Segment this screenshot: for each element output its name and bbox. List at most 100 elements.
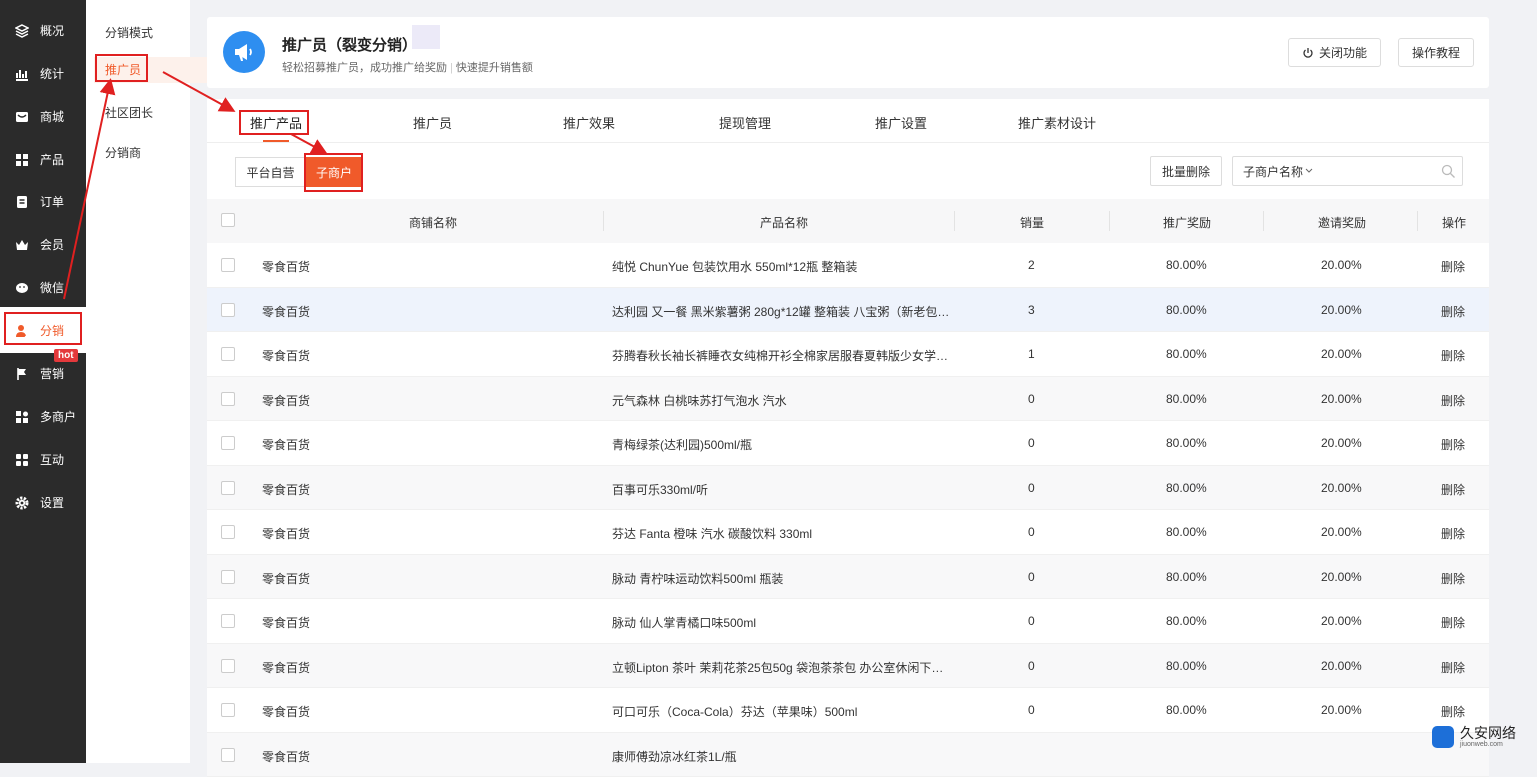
row-checkbox[interactable] xyxy=(221,392,235,406)
table-row[interactable]: 零食百货立顿Lipton 茶叶 茉莉花茶25包50g 袋泡茶茶包 办公室休闲下午… xyxy=(207,644,1489,689)
cell-product-name: 脉动 青柠味运动饮料500ml 瓶装 xyxy=(612,570,955,587)
table-row[interactable]: 零食百货芬达 Fanta 橙味 汽水 碳酸饮料 330ml080.00%20.0… xyxy=(207,510,1489,555)
delete-link[interactable]: 删除 xyxy=(1441,481,1465,498)
segment-platform-self-run[interactable]: 平台自营 xyxy=(235,157,306,187)
delete-link[interactable]: 删除 xyxy=(1441,614,1465,631)
select-all-checkbox[interactable] xyxy=(221,213,235,227)
cell-store-name: 零食百货 xyxy=(262,392,310,409)
table-row[interactable]: 零食百货脉动 仙人掌青橘口味500ml080.00%20.00%删除 xyxy=(207,599,1489,644)
sidebar-item-overview[interactable]: 概况 xyxy=(0,9,86,52)
sub-navigation: 分销模式 推广员 社区团长 分销商 xyxy=(86,0,190,763)
tab-promotion-settings[interactable]: 推广设置 xyxy=(875,113,927,132)
delete-link[interactable]: 删除 xyxy=(1441,392,1465,409)
store-icon xyxy=(14,109,30,125)
tab-promotion-effect[interactable]: 推广效果 xyxy=(563,113,615,132)
row-checkbox[interactable] xyxy=(221,659,235,673)
tutorial-button[interactable]: 操作教程 xyxy=(1398,38,1474,67)
sidebar-item-merchants[interactable]: 多商户 xyxy=(0,395,86,438)
cell-promo-reward: 80.00% xyxy=(1166,614,1207,628)
sidebar-item-label: 多商户 xyxy=(40,408,76,425)
batch-delete-button[interactable]: 批量删除 xyxy=(1150,156,1222,186)
delete-link[interactable]: 删除 xyxy=(1441,570,1465,587)
crown-icon xyxy=(14,237,30,253)
subnav-item-distribution-mode[interactable]: 分销模式 xyxy=(105,24,153,41)
sidebar-item-marketing[interactable]: 营销 xyxy=(0,352,86,395)
sidebar-item-stats[interactable]: 统计 xyxy=(0,52,86,95)
row-checkbox[interactable] xyxy=(221,614,235,628)
cell-promo-reward: 80.00% xyxy=(1166,570,1207,584)
row-checkbox[interactable] xyxy=(221,436,235,450)
cell-product-name: 芬腾春秋长袖长裤睡衣女纯棉开衫全棉家居服春夏韩版少女学生… xyxy=(612,347,955,364)
sidebar-item-orders[interactable]: 订单 xyxy=(0,180,86,223)
row-checkbox[interactable] xyxy=(221,570,235,584)
table-row[interactable]: 零食百货脉动 青柠味运动饮料500ml 瓶装080.00%20.00%删除 xyxy=(207,555,1489,600)
chevron-down-icon[interactable] xyxy=(1305,168,1313,174)
row-checkbox[interactable] xyxy=(221,481,235,495)
sidebar-item-members[interactable]: 会员 xyxy=(0,223,86,266)
cell-product-name: 芬达 Fanta 橙味 汽水 碳酸饮料 330ml xyxy=(612,525,955,542)
sidebar-item-label: 概况 xyxy=(40,22,64,39)
blurred-region xyxy=(412,25,440,49)
merchant-icon xyxy=(14,409,30,425)
delete-link[interactable]: 删除 xyxy=(1441,303,1465,320)
row-checkbox[interactable] xyxy=(221,748,235,762)
cell-store-name: 零食百货 xyxy=(262,303,310,320)
cell-sales: 1 xyxy=(1028,347,1035,361)
sub-merchant-search[interactable]: 子商户名称 xyxy=(1232,156,1463,186)
annotation-box-promoted-products-tab xyxy=(239,110,309,135)
tab-promotion-material-design[interactable]: 推广素材设计 xyxy=(1018,113,1096,132)
tab-bar: 推广产品 推广员 推广效果 提现管理 推广设置 推广素材设计 xyxy=(207,99,1489,143)
search-icon[interactable] xyxy=(1441,164,1456,182)
subnav-item-distributor[interactable]: 分销商 xyxy=(105,144,141,161)
cell-product-name: 元气森林 白桃味苏打气泡水 汽水 xyxy=(612,392,955,409)
cell-sales: 0 xyxy=(1028,525,1035,539)
cell-sales: 0 xyxy=(1028,392,1035,406)
tab-promoters[interactable]: 推广员 xyxy=(413,113,452,132)
page-title: 推广员（裂变分销） xyxy=(282,34,417,55)
subnav-item-community-leader[interactable]: 社区团长 xyxy=(105,104,153,121)
sidebar-item-interaction[interactable]: 互动 xyxy=(0,438,86,481)
row-checkbox[interactable] xyxy=(221,303,235,317)
sidebar-item-label: 统计 xyxy=(40,65,64,82)
table-row[interactable]: 零食百货达利园 又一餐 黑米紫薯粥 280g*12罐 整箱装 八宝粥（新老包装…… xyxy=(207,288,1489,333)
sidebar-item-settings[interactable]: 设置 xyxy=(0,481,86,524)
sidebar-item-mall[interactable]: 商城 xyxy=(0,95,86,138)
table-row[interactable]: 零食百货康师傅劲凉冰红茶1L/瓶 xyxy=(207,733,1489,777)
sidebar-item-label: 订单 xyxy=(40,193,64,210)
cell-promo-reward: 80.00% xyxy=(1166,525,1207,539)
delete-link[interactable]: 删除 xyxy=(1441,659,1465,676)
cell-store-name: 零食百货 xyxy=(262,748,310,765)
column-header-store: 商铺名称 xyxy=(409,214,457,231)
page-header: 推广员（裂变分销） 轻松招募推广员，成功推广给奖励|快速提升销售额 关闭功能 操… xyxy=(207,17,1489,88)
sidebar-item-wechat[interactable]: 微信 xyxy=(0,266,86,309)
close-feature-button[interactable]: 关闭功能 xyxy=(1288,38,1381,67)
megaphone-icon xyxy=(223,31,265,73)
delete-link[interactable]: 删除 xyxy=(1441,703,1465,720)
cell-invite-reward: 20.00% xyxy=(1321,392,1362,406)
delete-link[interactable]: 删除 xyxy=(1441,347,1465,364)
row-checkbox[interactable] xyxy=(221,347,235,361)
table-row[interactable]: 零食百货青梅绿茶(达利园)500ml/瓶080.00%20.00%删除 xyxy=(207,421,1489,466)
cell-store-name: 零食百货 xyxy=(262,436,310,453)
delete-link[interactable]: 删除 xyxy=(1441,258,1465,275)
tab-withdrawal-management[interactable]: 提现管理 xyxy=(719,113,771,132)
table-row[interactable]: 零食百货芬腾春秋长袖长裤睡衣女纯棉开衫全棉家居服春夏韩版少女学生…180.00%… xyxy=(207,332,1489,377)
sidebar-item-label: 营销 xyxy=(40,365,64,382)
table-row[interactable]: 零食百货可口可乐（Coca-Cola）芬达（苹果味）500ml080.00%20… xyxy=(207,688,1489,733)
table-row[interactable]: 零食百货百事可乐330ml/听080.00%20.00%删除 xyxy=(207,466,1489,511)
cell-product-name: 百事可乐330ml/听 xyxy=(612,481,955,498)
row-checkbox[interactable] xyxy=(221,258,235,272)
cell-promo-reward: 80.00% xyxy=(1166,481,1207,495)
delete-link[interactable]: 删除 xyxy=(1441,525,1465,542)
cell-store-name: 零食百货 xyxy=(262,570,310,587)
cell-promo-reward: 80.00% xyxy=(1166,392,1207,406)
column-divider xyxy=(1109,211,1110,231)
table-row[interactable]: 零食百货纯悦 ChunYue 包装饮用水 550ml*12瓶 整箱装280.00… xyxy=(207,243,1489,288)
column-divider xyxy=(1417,211,1418,231)
row-checkbox[interactable] xyxy=(221,703,235,717)
table-row[interactable]: 零食百货 元气森林 白桃味苏打气泡水 汽水 0 80.00% 20.00% 删除 xyxy=(207,377,1489,422)
search-select-label[interactable]: 子商户名称 xyxy=(1243,163,1303,180)
row-checkbox[interactable] xyxy=(221,525,235,539)
delete-link[interactable]: 删除 xyxy=(1441,436,1465,453)
sidebar-item-products[interactable]: 产品 xyxy=(0,138,86,181)
